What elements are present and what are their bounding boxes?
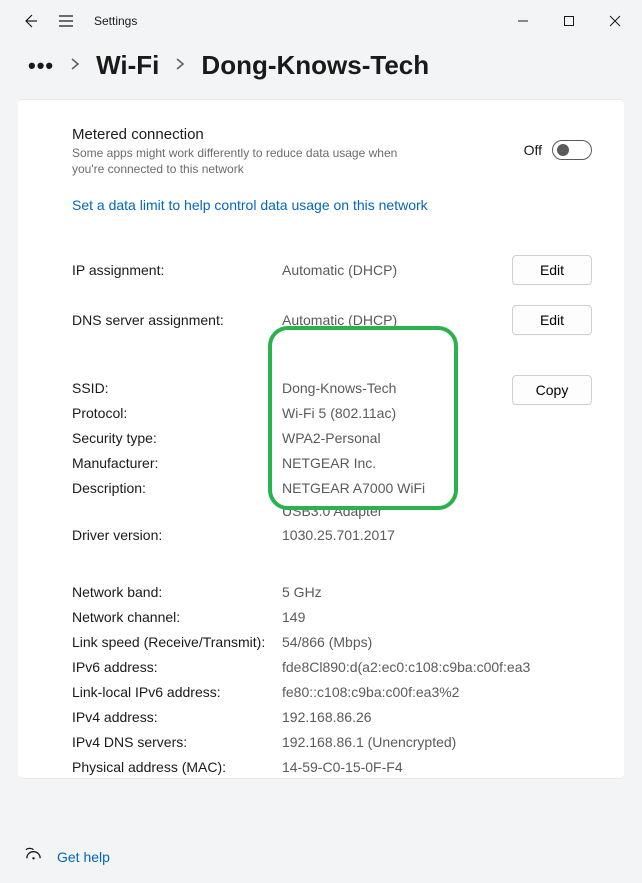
metered-toggle-group: Off bbox=[524, 140, 592, 160]
detail-key: Link speed (Receive/Transmit): bbox=[72, 631, 282, 654]
detail-key: Security type: bbox=[72, 427, 282, 450]
help-icon[interactable] bbox=[24, 845, 43, 869]
breadcrumb-network-name: Dong-Knows-Tech bbox=[201, 50, 429, 81]
detail-key: Link-local IPv6 address: bbox=[72, 681, 282, 704]
ip-assignment-row: IP assignment: Automatic (DHCP) Edit bbox=[72, 245, 592, 295]
detail-key: Network channel: bbox=[72, 606, 282, 629]
detail-value: fe80::c108:c9ba:c00f:ea3%2 bbox=[282, 681, 592, 704]
detail-key: Protocol: bbox=[72, 402, 282, 425]
detail-row: Manufacturer:NETGEAR Inc. bbox=[72, 452, 592, 477]
toggle-knob bbox=[557, 144, 569, 156]
detail-value: 54/866 (Mbps) bbox=[282, 631, 592, 654]
footer: Get help bbox=[24, 845, 110, 869]
metered-section: Metered connection Some apps might work … bbox=[72, 126, 592, 177]
detail-row: IPv4 DNS servers:192.168.86.1 (Unencrypt… bbox=[72, 731, 592, 756]
chevron-right-icon bbox=[175, 57, 185, 74]
window-controls bbox=[500, 5, 638, 37]
breadcrumb-overflow[interactable]: ••• bbox=[28, 53, 54, 79]
minimize-button[interactable] bbox=[500, 5, 546, 37]
breadcrumb-wifi[interactable]: Wi-Fi bbox=[96, 50, 159, 81]
detail-row: Link speed (Receive/Transmit):54/866 (Mb… bbox=[72, 631, 592, 656]
detail-row: Protocol:Wi-Fi 5 (802.11ac) bbox=[72, 402, 592, 427]
detail-value: 14-59-C0-15-0F-F4 bbox=[282, 756, 592, 779]
toggle-state-label: Off bbox=[524, 142, 542, 158]
detail-value: WPA2-Personal bbox=[282, 427, 592, 450]
close-button[interactable] bbox=[592, 5, 638, 37]
detail-key: Physical address (MAC): bbox=[72, 756, 282, 779]
titlebar: Settings bbox=[0, 0, 642, 42]
content-panel: Metered connection Some apps might work … bbox=[18, 99, 624, 779]
window-title: Settings bbox=[94, 14, 137, 28]
ip-assignment-label: IP assignment: bbox=[72, 262, 282, 278]
back-button[interactable] bbox=[22, 13, 38, 29]
metered-title: Metered connection bbox=[72, 126, 412, 143]
detail-row: IPv6 address:fde8Cl890:d(a2:ec0:c108:c9b… bbox=[72, 656, 592, 681]
hamburger-icon[interactable] bbox=[58, 13, 74, 29]
metered-toggle[interactable] bbox=[552, 140, 592, 160]
detail-row: Network band:5 GHz bbox=[72, 581, 592, 606]
detail-value: 192.168.86.26 bbox=[282, 706, 592, 729]
chevron-right-icon bbox=[70, 57, 80, 74]
detail-key: Description: bbox=[72, 477, 282, 500]
detail-row: Description:NETGEAR A7000 WiFi USB3.0 Ad… bbox=[72, 477, 592, 523]
detail-key: SSID: bbox=[72, 377, 282, 400]
detail-value: Wi-Fi 5 (802.11ac) bbox=[282, 402, 592, 425]
detail-row: Link-local IPv6 address:fe80::c108:c9ba:… bbox=[72, 681, 592, 706]
copy-button[interactable]: Copy bbox=[512, 375, 592, 405]
detail-value: 5 GHz bbox=[282, 581, 592, 604]
ip-assignment-value: Automatic (DHCP) bbox=[282, 262, 512, 278]
metered-subtitle: Some apps might work differently to redu… bbox=[72, 145, 412, 177]
breadcrumb: ••• Wi-Fi Dong-Knows-Tech bbox=[0, 42, 642, 99]
detail-row: Security type:WPA2-Personal bbox=[72, 427, 592, 452]
detail-key: Manufacturer: bbox=[72, 452, 282, 475]
titlebar-left: Settings bbox=[22, 13, 137, 29]
assignment-block: IP assignment: Automatic (DHCP) Edit DNS… bbox=[72, 245, 592, 345]
ip-edit-button[interactable]: Edit bbox=[512, 255, 592, 285]
dns-assignment-row: DNS server assignment: Automatic (DHCP) … bbox=[72, 295, 592, 345]
detail-value: 1030.25.701.2017 bbox=[282, 524, 592, 547]
detail-row: Physical address (MAC):14-59-C0-15-0F-F4 bbox=[72, 756, 592, 779]
detail-key: IPv6 address: bbox=[72, 656, 282, 679]
detail-key: Network band: bbox=[72, 581, 282, 604]
dns-assignment-label: DNS server assignment: bbox=[72, 312, 282, 328]
network-details-extra: Network band:5 GHzNetwork channel:149Lin… bbox=[72, 581, 592, 779]
detail-row: Network channel:149 bbox=[72, 606, 592, 631]
detail-key: IPv4 address: bbox=[72, 706, 282, 729]
detail-row: IPv4 address:192.168.86.26 bbox=[72, 706, 592, 731]
detail-key: Driver version: bbox=[72, 524, 282, 547]
detail-value: fde8Cl890:d(a2:ec0:c108:c9ba:c00f:ea3 bbox=[282, 656, 442, 679]
dns-assignment-value: Automatic (DHCP) bbox=[282, 312, 512, 328]
detail-key: IPv4 DNS servers: bbox=[72, 731, 282, 754]
dns-edit-button[interactable]: Edit bbox=[512, 305, 592, 335]
maximize-button[interactable] bbox=[546, 5, 592, 37]
detail-value: 149 bbox=[282, 606, 592, 629]
detail-row: Driver version:1030.25.701.2017 bbox=[72, 524, 592, 549]
data-limit-link[interactable]: Set a data limit to help control data us… bbox=[72, 197, 592, 213]
detail-value: NETGEAR A7000 WiFi USB3.0 Adapter bbox=[282, 477, 442, 523]
get-help-link[interactable]: Get help bbox=[57, 849, 110, 865]
detail-value: NETGEAR Inc. bbox=[282, 452, 592, 475]
detail-value: 192.168.86.1 (Unencrypted) bbox=[282, 731, 592, 754]
network-details-main: Copy SSID:Dong-Knows-TechProtocol:Wi-Fi … bbox=[72, 377, 592, 548]
